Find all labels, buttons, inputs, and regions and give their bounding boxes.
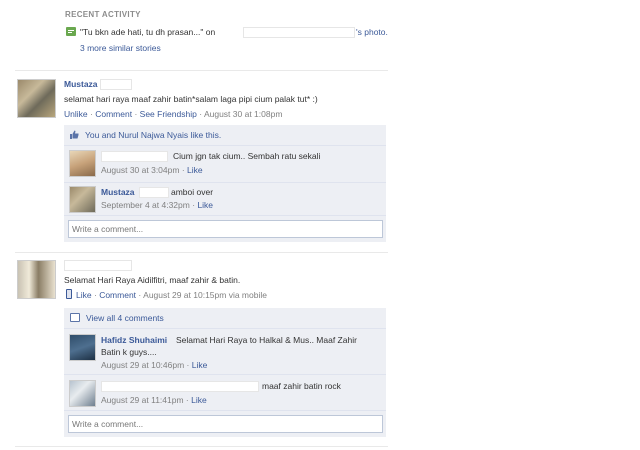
comment-story-icon xyxy=(66,27,76,36)
likes-link[interactable]: You and Nurul Najwa Nyais like this. xyxy=(85,130,221,140)
redacted-name xyxy=(101,151,168,162)
like-link[interactable]: Like xyxy=(76,290,92,300)
redacted-name xyxy=(64,260,132,271)
unlike-link[interactable]: Unlike xyxy=(64,109,88,119)
separator: · xyxy=(185,395,189,405)
redacted-name xyxy=(101,381,259,392)
post1-timestamp[interactable]: August 30 at 1:08pm xyxy=(204,109,282,119)
commenter-avatar[interactable] xyxy=(69,380,96,407)
comments-icon xyxy=(70,313,80,322)
likes-text: You and Nurul Najwa Nyais like this. xyxy=(85,130,221,141)
see-friendship-link[interactable]: See Friendship xyxy=(140,109,197,119)
comment-like-link[interactable]: Like xyxy=(191,395,207,405)
comment-timestamp[interactable]: August 30 at 3:04pm xyxy=(101,165,179,175)
comment-timestamp[interactable]: August 29 at 10:46pm xyxy=(101,360,184,370)
comment-like-link[interactable]: Like xyxy=(187,165,203,175)
post2-actions: Like · Comment · August 29 at 10:15pm vi… xyxy=(76,290,267,301)
post1-author-name[interactable]: Mustaza xyxy=(64,79,98,90)
post1-message: selamat hari raya maaf zahir batin*salam… xyxy=(64,94,318,104)
redacted-name xyxy=(139,187,169,198)
photo-link[interactable]: 's photo. xyxy=(356,27,388,38)
comment-link[interactable]: Comment xyxy=(95,109,132,119)
comment-author[interactable]: Hafidz Shuhaimi xyxy=(101,335,167,346)
comment-meta: August 29 at 10:46pm · Like xyxy=(101,360,207,371)
commenter-avatar[interactable] xyxy=(69,334,96,361)
view-all-comments-link[interactable]: View all 4 comments xyxy=(86,313,164,324)
divider xyxy=(15,446,388,447)
comment-meta: August 29 at 11:41pm · Like xyxy=(101,395,207,406)
comment-text: Selamat Hari Raya to Halkal & Mus.. Maaf… xyxy=(176,335,357,345)
commenter-avatar[interactable] xyxy=(69,186,96,213)
separator: · xyxy=(90,109,93,119)
comment-timestamp[interactable]: September 4 at 4:32pm xyxy=(101,200,190,210)
more-similar-stories-link[interactable]: 3 more similar stories xyxy=(80,43,161,54)
post2-timestamp[interactable]: August 29 at 10:15pm via mobile xyxy=(143,290,267,300)
comment-input[interactable]: Write a comment... xyxy=(68,415,383,433)
divider xyxy=(15,252,388,253)
thumbs-up-icon xyxy=(70,130,79,139)
separator: · xyxy=(192,200,196,210)
post2-message: Selamat Hari Raya Aidilfitri, maaf zahir… xyxy=(64,275,241,285)
comment-text-cont: Batin k guys.... xyxy=(101,347,157,357)
comment-like-link[interactable]: Like xyxy=(197,200,213,210)
post1-actions: Unlike · Comment · See Friendship · Augu… xyxy=(64,109,282,120)
comment-like-link[interactable]: Like xyxy=(192,360,208,370)
post2-avatar[interactable] xyxy=(17,260,56,299)
divider xyxy=(15,70,388,71)
comment-author[interactable]: Mustaza xyxy=(101,187,135,198)
comment-text: Cium jgn tak cium.. Sembah ratu sekali xyxy=(173,151,321,161)
comment-timestamp[interactable]: August 29 at 11:41pm xyxy=(101,395,184,405)
post1-avatar[interactable] xyxy=(17,79,56,118)
commenter-avatar[interactable] xyxy=(69,150,96,177)
separator: · xyxy=(181,165,185,175)
comment-text: maaf zahir batin rock xyxy=(262,381,341,391)
separator: · xyxy=(199,109,203,119)
comment-input[interactable]: Write a comment... xyxy=(68,220,383,238)
redacted-name xyxy=(100,79,132,90)
comment-link[interactable]: Comment xyxy=(99,290,136,300)
mobile-icon xyxy=(66,289,72,299)
redacted-name xyxy=(243,27,355,38)
separator: · xyxy=(186,360,190,370)
comment-meta: September 4 at 4:32pm · Like xyxy=(101,200,213,211)
separator: · xyxy=(134,109,138,119)
recent-story-text: "Tu bkn ade hati, tu dh prasan..." on xyxy=(80,27,216,37)
separator: · xyxy=(93,290,97,300)
recent-activity-heading: RECENT ACTIVITY xyxy=(65,10,141,19)
comment-text: amboi over xyxy=(171,187,214,197)
comment-meta: August 30 at 3:04pm · Like xyxy=(101,165,203,176)
separator: · xyxy=(138,290,142,300)
